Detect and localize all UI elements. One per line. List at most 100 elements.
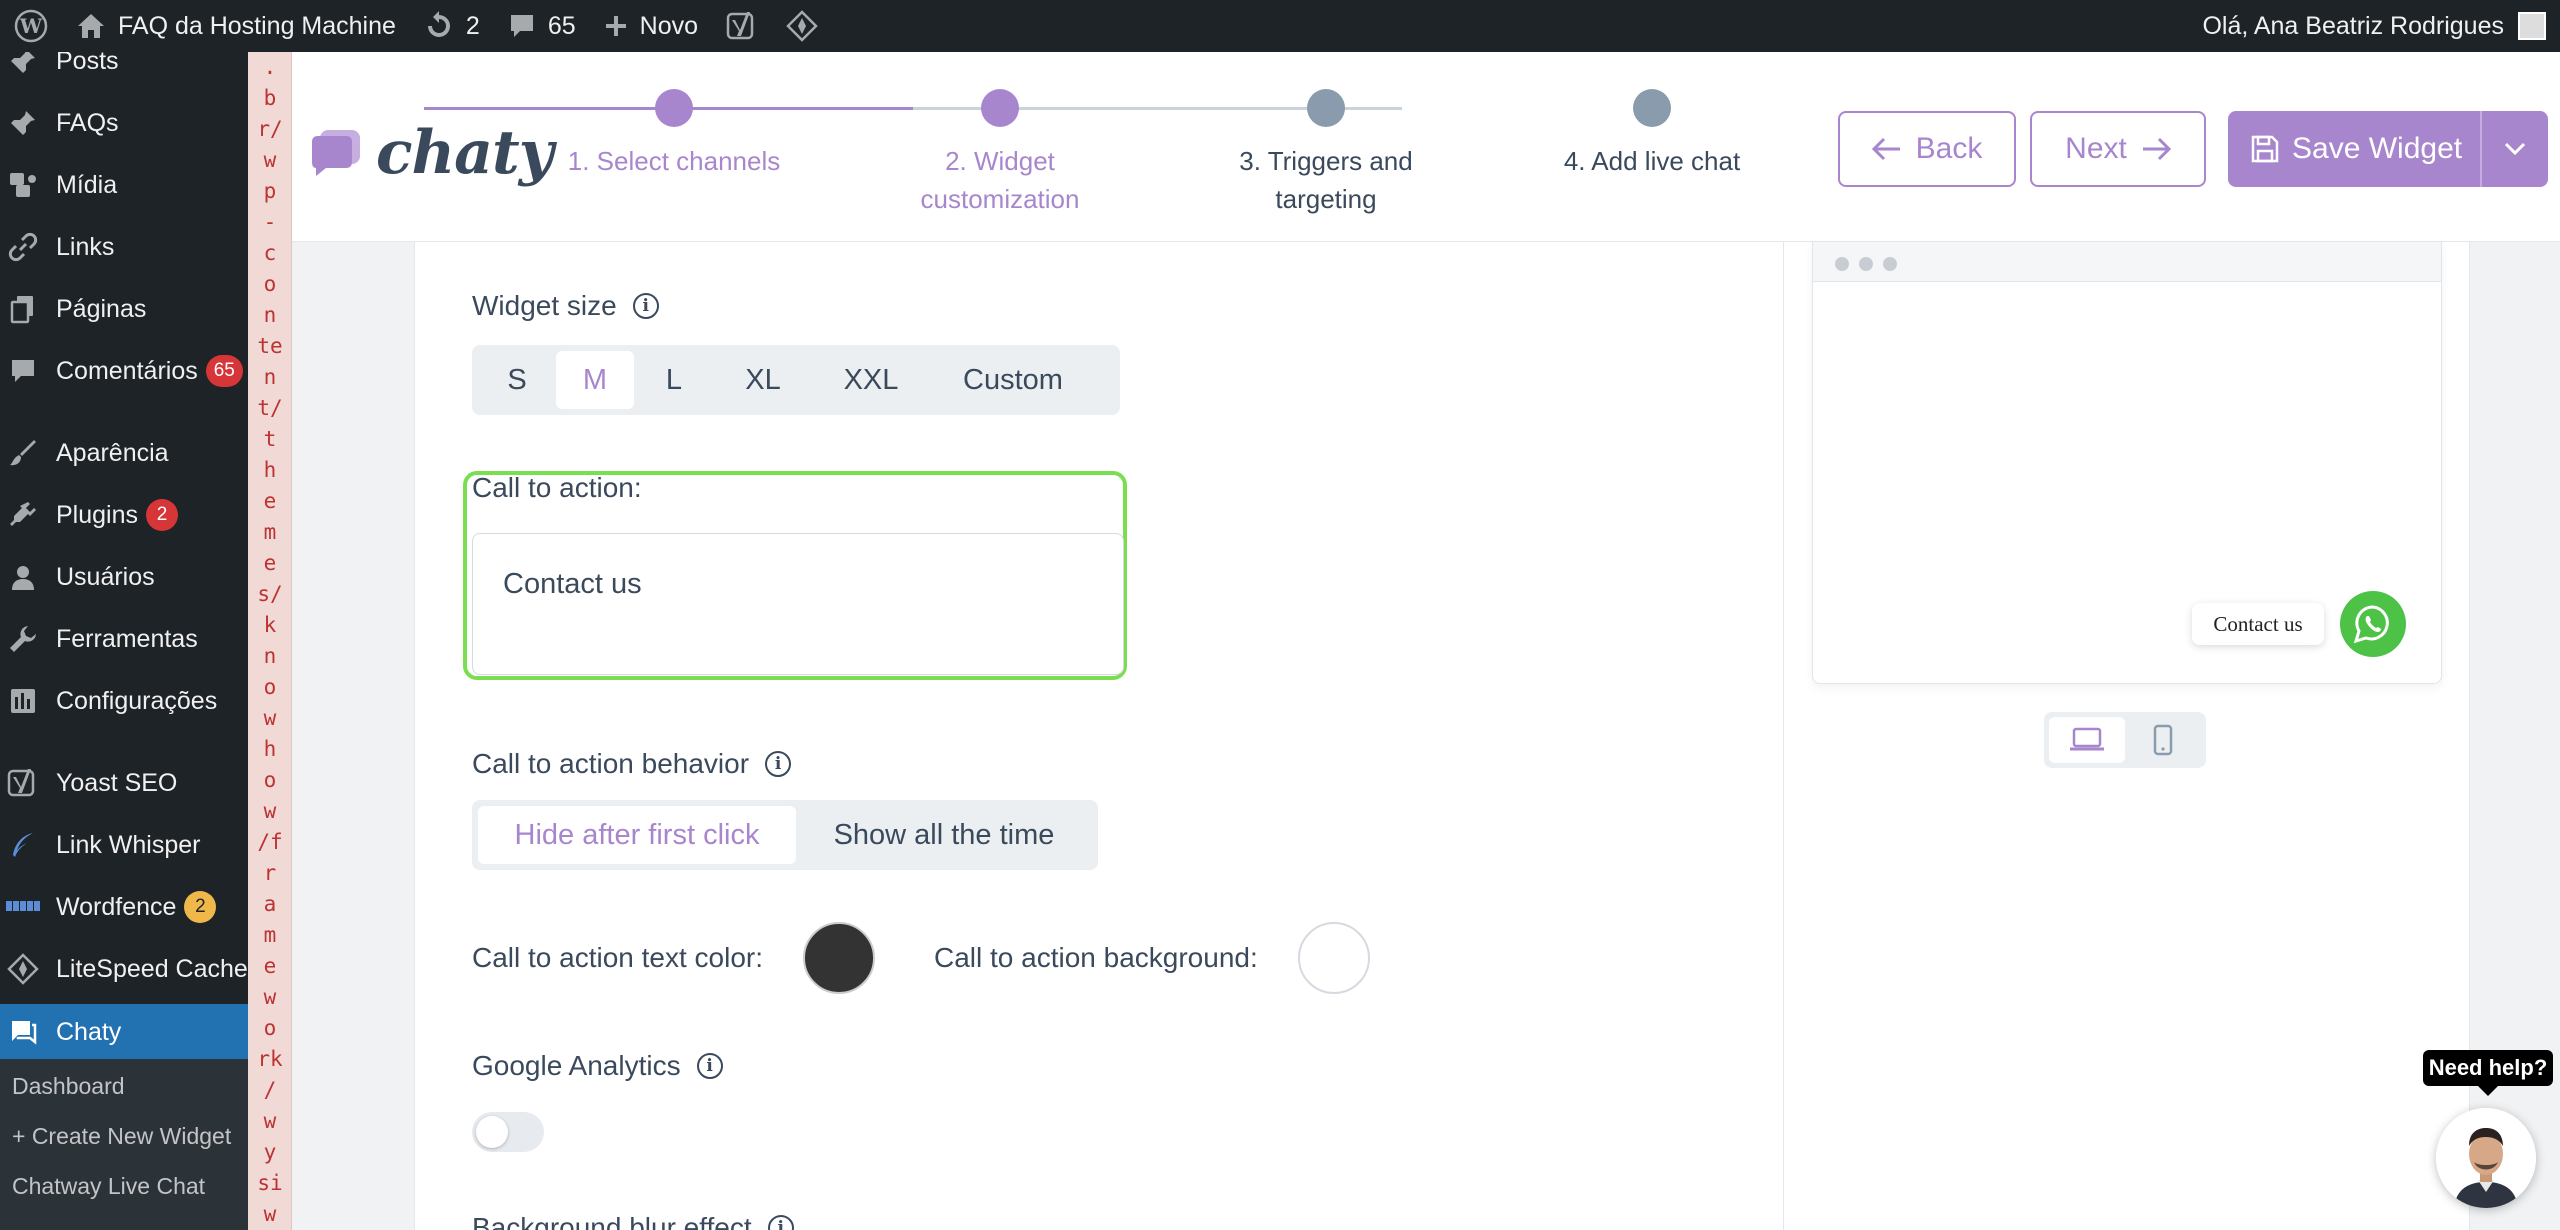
chaty-logo: chaty [310,118,554,188]
desktop-icon[interactable] [2049,717,2125,763]
cta-behavior-label: Call to action behavior i [472,748,792,780]
info-icon[interactable]: i [696,1053,723,1079]
path-char: a [263,892,277,916]
comments-count: 65 [547,11,576,40]
brush-icon [6,438,40,468]
sidebar-item-label: Páginas [56,294,147,323]
widget-size-selector: S M L XL XXL Custom [472,345,1120,415]
litespeed-adminbar-icon[interactable] [772,0,832,52]
sidebar-item-label: Configurações [56,686,218,715]
submenu-create-widget[interactable]: + Create New Widget [12,1123,231,1150]
size-option-xxl[interactable]: XXL [812,351,930,409]
wordfence-icon [6,892,40,922]
sidebar-item-plugins[interactable]: Plugins 2 [0,488,248,542]
behavior-option-show[interactable]: Show all the time [796,806,1092,864]
admin-bar: W FAQ da Hosting Machine 2 65 Novo Olá, … [0,0,2560,52]
size-option-custom[interactable]: Custom [930,351,1096,409]
path-char: - [263,210,277,234]
wrench-icon [6,624,40,654]
preview-cta-bubble: Contact us [2192,603,2324,645]
step-4-dot[interactable] [1633,89,1671,127]
step-1-dot[interactable] [655,89,693,127]
sidebar-item-chaty[interactable]: Chaty [0,1004,248,1060]
submenu-chatway-live-chat[interactable]: Chatway Live Chat [12,1173,205,1200]
tooltip-arrow [2478,1086,2498,1096]
new-content-link[interactable]: Novo [590,0,712,52]
path-char: e [263,954,277,978]
back-button[interactable]: Back [1838,111,2016,187]
path-char: b [263,86,277,110]
yoast-adminbar-icon[interactable] [712,0,772,52]
path-char: w [263,706,277,730]
step-3-dot[interactable] [1307,89,1345,127]
updates-link[interactable]: 2 [410,0,494,52]
path-char: t/ [257,396,283,420]
step-1-label[interactable]: 1. Select channels [554,142,794,180]
browser-dot [1883,257,1897,271]
site-name-link[interactable]: FAQ da Hosting Machine [62,0,410,52]
sidebar-item-paginas[interactable]: Páginas [0,282,248,336]
whatsapp-icon[interactable] [2340,591,2406,657]
sidebar-item-midia[interactable]: Mídia [0,158,248,212]
cta-text-color-picker[interactable] [803,922,875,994]
path-char: p [263,179,277,203]
sidebar-item-link-whisper[interactable]: Link Whisper [0,818,248,872]
info-icon[interactable]: i [767,1215,794,1230]
support-avatar-button[interactable] [2436,1108,2536,1208]
sidebar-item-configuracoes[interactable]: Configurações [0,674,248,728]
wordfence-badge: 2 [184,891,217,923]
cta-text-color-label: Call to action text color: [472,942,764,973]
sidebar-item-wordfence[interactable]: Wordfence 2 [0,880,248,934]
sidebar-item-ferramentas[interactable]: Ferramentas [0,612,248,666]
diamond-icon [6,953,40,985]
avatar [2518,12,2546,40]
step-2-label[interactable]: 2. Widget customization [890,142,1110,218]
device-toggle [2044,712,2206,768]
step-line-1 [424,107,750,110]
path-char: h [263,458,277,482]
sidebar-item-aparencia[interactable]: Aparência [0,426,248,480]
save-dropdown-toggle[interactable] [2482,142,2548,156]
sidebar-item-posts[interactable]: Posts [0,52,248,88]
sidebar-item-comentarios[interactable]: Comentários 65 [0,344,248,398]
google-analytics-toggle[interactable] [472,1112,544,1152]
chaty-logo-text: chaty [376,118,554,188]
yoast-icon [6,768,40,798]
info-icon[interactable]: i [632,293,659,319]
sidebar-item-litespeed-cache[interactable]: LiteSpeed Cache [0,942,248,996]
size-option-xl[interactable]: XL [714,351,812,409]
sidebar-item-label: Links [56,232,115,261]
behavior-option-hide[interactable]: Hide after first click [478,806,796,864]
next-button[interactable]: Next [2030,111,2206,187]
svg-text:W: W [19,14,43,38]
size-option-s[interactable]: S [478,351,556,409]
sidebar-item-faqs[interactable]: FAQs [0,96,248,150]
step-4-label[interactable]: 4. Add live chat [1524,142,1780,180]
pushpin-icon [6,52,40,76]
comment-icon [6,356,40,386]
cta-label: Call to action: [472,472,642,503]
cta-input[interactable] [472,533,1124,675]
sidebar-item-links[interactable]: Links [0,220,248,274]
sidebar-item-usuarios[interactable]: Usuários [0,550,248,604]
sidebar-item-label: Comentários [56,356,198,385]
my-account[interactable]: Olá, Ana Beatriz Rodrigues [2202,0,2560,52]
size-option-m[interactable]: M [556,351,634,409]
path-char: m [263,923,277,947]
mobile-icon[interactable] [2125,717,2201,763]
path-char: /f [257,830,283,854]
widget-size-label: Widget size i [472,290,659,322]
background-blur-label: Background blur effect i [472,1212,794,1230]
wordpress-logo-icon[interactable]: W [0,0,62,52]
admin-sidebar: Posts FAQs Mídia Links Páginas Comentári… [0,52,248,1230]
comments-link[interactable]: 65 [494,0,590,52]
step-2-dot[interactable] [981,89,1019,127]
step-3-label[interactable]: 3. Triggers and targeting [1216,142,1436,218]
cta-bg-color-picker[interactable] [1298,922,1370,994]
submenu-dashboard[interactable]: Dashboard [12,1073,125,1100]
size-option-l[interactable]: L [634,351,714,409]
save-widget-button[interactable]: Save Widget [2228,111,2548,187]
sidebar-item-yoast-seo[interactable]: Yoast SEO [0,756,248,810]
info-icon[interactable]: i [765,751,792,777]
user-icon [6,562,40,592]
